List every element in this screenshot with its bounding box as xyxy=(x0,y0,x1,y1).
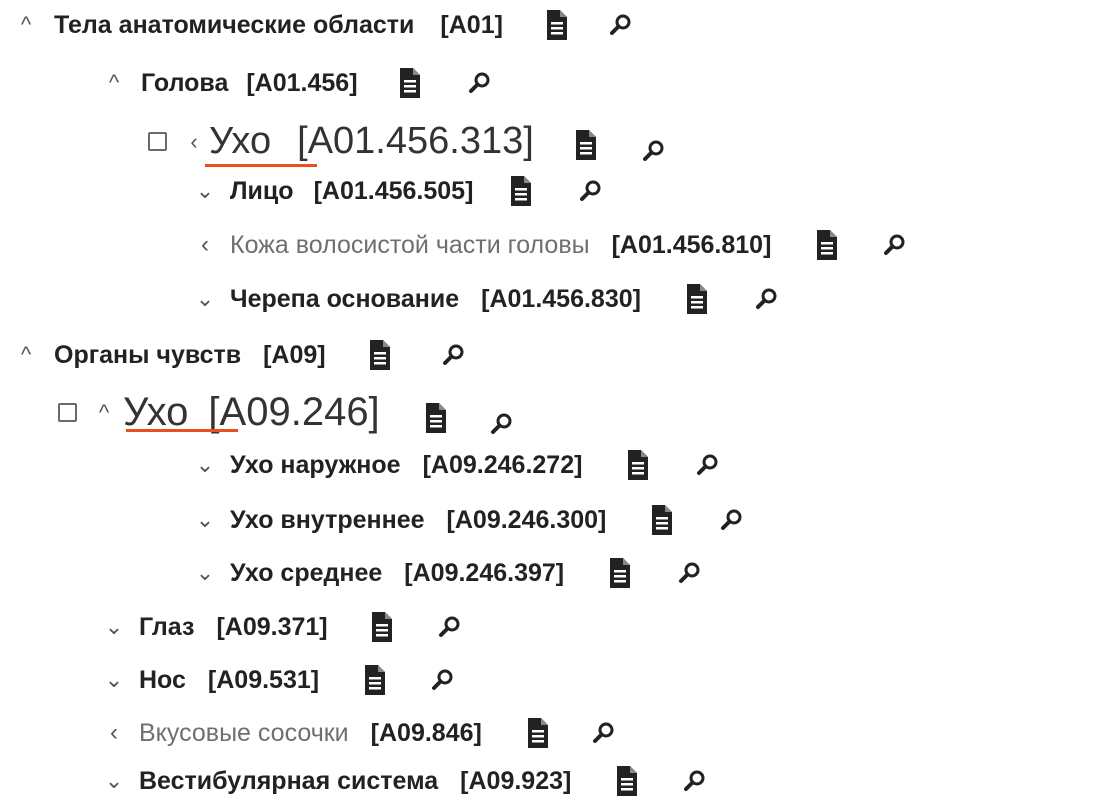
tree-item-code: [A01.456.830] xyxy=(481,284,641,313)
search-icon[interactable] xyxy=(696,453,720,477)
chevron-up-icon[interactable]: ^ xyxy=(103,70,125,96)
tree-item-code: [A09.246.272] xyxy=(422,450,583,479)
tree-item-code: [A01.456] xyxy=(246,68,358,97)
document-icon[interactable] xyxy=(815,230,839,260)
chevron-left-icon[interactable]: ‹ xyxy=(103,719,125,747)
tree-item-label[interactable]: Лицо xyxy=(230,177,294,206)
tree-item-label[interactable]: Органы чувств xyxy=(54,341,241,370)
tree-row[interactable]: ⌄ Ухо среднее [A09.246.397] xyxy=(194,558,702,588)
tree-row[interactable]: ‹ Вкусовые сосочки [A09.846] xyxy=(103,718,616,748)
tree-item-label[interactable]: Вестибулярная система xyxy=(139,767,438,796)
tree-item-code: [A09.246.397] xyxy=(404,558,565,587)
tree-row[interactable]: ^ Голова [A01.456] xyxy=(103,68,492,98)
document-icon[interactable] xyxy=(685,284,709,314)
tree-row[interactable]: ⌄ Нос [A09.531] xyxy=(103,665,455,695)
tree-item-code: [A09.923] xyxy=(460,766,572,795)
tree-item-code: [A09.246.300] xyxy=(446,505,607,534)
document-icon[interactable] xyxy=(574,127,598,160)
tree-item-label[interactable]: Ухо среднее xyxy=(230,559,382,588)
tree-item-code: [A01.456.810] xyxy=(611,230,772,259)
chevron-down-icon[interactable]: ⌄ xyxy=(103,614,125,640)
document-icon[interactable] xyxy=(626,450,650,480)
checkbox[interactable] xyxy=(58,403,77,422)
highlight-underline xyxy=(126,429,238,432)
tree-row[interactable]: ⌄ Глаз [A09.371] xyxy=(103,612,462,642)
chevron-down-icon[interactable]: ⌄ xyxy=(194,452,216,478)
chevron-up-icon[interactable]: ^ xyxy=(91,400,117,426)
chevron-down-icon[interactable]: ⌄ xyxy=(194,507,216,533)
search-icon[interactable] xyxy=(468,71,492,95)
tree-item-code: [A09.531] xyxy=(207,665,320,694)
chevron-down-icon[interactable]: ⌄ xyxy=(103,667,125,693)
tree-item-code: [A09.371] xyxy=(216,612,328,641)
tree-item-code: [A01] xyxy=(440,10,503,39)
tree-item-code: [A01.456.505] xyxy=(313,176,474,205)
chevron-down-icon[interactable]: ⌄ xyxy=(194,286,216,312)
tree-item-label[interactable]: Черепа основание xyxy=(230,285,459,314)
document-icon[interactable] xyxy=(650,505,674,535)
search-icon[interactable] xyxy=(592,721,616,745)
chevron-left-icon[interactable]: ‹ xyxy=(194,231,216,259)
search-icon[interactable] xyxy=(642,130,666,161)
search-icon[interactable] xyxy=(438,615,462,639)
tree-row[interactable]: ^ Тела анатомические области [A01] xyxy=(14,10,633,40)
search-icon[interactable] xyxy=(609,13,633,37)
document-icon[interactable] xyxy=(398,68,422,98)
highlight-underline xyxy=(205,164,317,167)
document-icon[interactable] xyxy=(509,176,533,206)
search-icon[interactable] xyxy=(755,287,779,311)
search-icon[interactable] xyxy=(431,668,455,692)
tree-item-code: [A09] xyxy=(263,340,326,369)
document-icon[interactable] xyxy=(545,10,569,40)
tree-item-code: [A01.456.313] xyxy=(297,120,534,162)
tree-item-label[interactable]: Тела анатомические области xyxy=(54,11,414,40)
tree-row[interactable]: ⌄ Ухо наружное [A09.246.272] xyxy=(194,450,720,480)
tree-item-label[interactable]: Голова xyxy=(141,69,228,98)
checkbox[interactable] xyxy=(148,132,167,151)
document-icon[interactable] xyxy=(526,718,550,748)
tree-row[interactable]: ⌄ Лицо [A01.456.505] xyxy=(194,176,603,206)
document-icon[interactable] xyxy=(363,665,387,695)
search-icon[interactable] xyxy=(683,769,707,793)
tree-row-selected[interactable]: ‹ Ухо [A01.456.313] xyxy=(148,120,666,163)
tree-item-label[interactable]: Ухо наружное xyxy=(230,451,401,480)
tree-item-label[interactable]: Ухо внутреннее xyxy=(230,506,425,535)
chevron-down-icon[interactable]: ⌄ xyxy=(103,768,125,794)
chevron-down-icon[interactable]: ⌄ xyxy=(194,178,216,204)
tree-row[interactable]: ⌄ Черепа основание [A01.456.830] xyxy=(194,284,779,314)
tree-item-label[interactable]: Кожа волосистой части головы xyxy=(230,231,590,260)
document-icon[interactable] xyxy=(424,398,448,433)
tree-item-label[interactable]: Нос xyxy=(139,666,186,695)
search-icon[interactable] xyxy=(678,561,702,585)
tree-item-label[interactable]: Вкусовые сосочки xyxy=(139,719,349,748)
search-icon[interactable] xyxy=(442,343,466,367)
document-icon[interactable] xyxy=(608,558,632,588)
search-icon[interactable] xyxy=(720,508,744,532)
search-icon[interactable] xyxy=(883,233,907,257)
document-icon[interactable] xyxy=(370,612,394,642)
search-icon[interactable] xyxy=(490,401,514,434)
tree-row[interactable]: ^ Органы чувств [A09] xyxy=(14,340,466,370)
tree-row[interactable]: ⌄ Ухо внутреннее [A09.246.300] xyxy=(194,505,744,535)
tree-row[interactable]: ⌄ Вестибулярная система [A09.923] xyxy=(103,766,707,796)
tree-item-label[interactable]: Ухо xyxy=(209,120,271,163)
chevron-left-icon[interactable]: ‹ xyxy=(179,129,209,155)
chevron-up-icon[interactable]: ^ xyxy=(14,342,38,368)
document-icon[interactable] xyxy=(615,766,639,796)
tree-row[interactable]: ‹ Кожа волосистой части головы [A01.456.… xyxy=(194,230,907,260)
tree-item-label[interactable]: Глаз xyxy=(139,613,194,642)
chevron-up-icon[interactable]: ^ xyxy=(14,12,38,38)
chevron-down-icon[interactable]: ⌄ xyxy=(194,560,216,586)
document-icon[interactable] xyxy=(368,340,392,370)
tree-item-code: [A09.846] xyxy=(370,718,482,747)
search-icon[interactable] xyxy=(579,179,603,203)
